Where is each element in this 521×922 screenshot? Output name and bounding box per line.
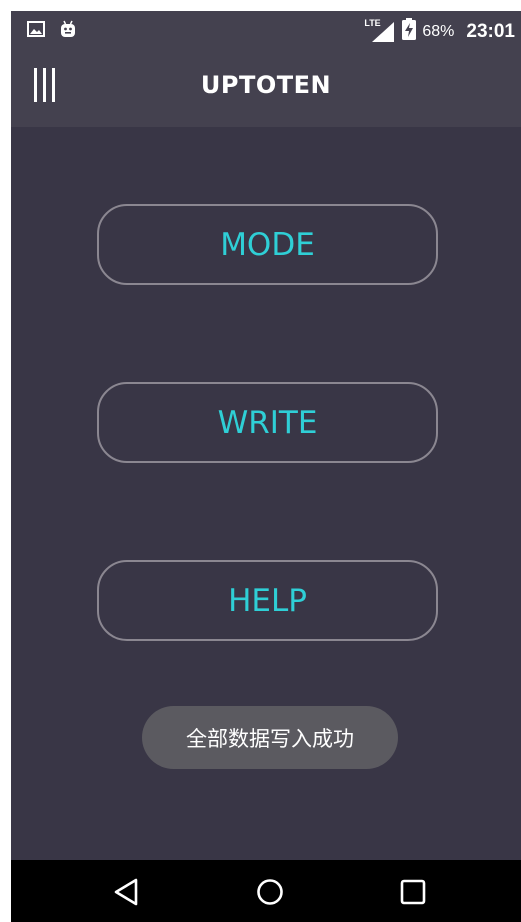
network-type-label: LTE — [364, 17, 381, 28]
mode-button[interactable]: MODE — [97, 204, 438, 285]
android-notification-icon — [59, 20, 77, 43]
recents-icon[interactable] — [398, 877, 428, 907]
app-title: UPTOTEN — [200, 71, 332, 99]
toast-message: 全部数据写入成功 — [142, 706, 398, 769]
status-notifications — [27, 20, 77, 43]
write-button[interactable]: WRITE — [97, 382, 438, 463]
image-notification-icon — [27, 21, 45, 42]
status-bar: LTE 68% 23:01 — [11, 11, 521, 49]
help-button[interactable]: HELP — [97, 560, 438, 641]
battery-charging-icon — [402, 18, 417, 45]
home-icon[interactable] — [255, 877, 285, 907]
main-content: MODE WRITE HELP 全部数据写入成功 — [11, 127, 521, 860]
battery-percent: 68% — [422, 22, 455, 40]
app-bar: UPTOTEN — [11, 49, 521, 127]
status-indicators: LTE 68% 23:01 — [364, 17, 515, 45]
navigation-bar — [11, 860, 521, 922]
lte-signal-icon: LTE — [364, 17, 396, 43]
back-icon[interactable] — [112, 877, 142, 907]
status-clock: 23:01 — [466, 20, 515, 42]
phone-screen: LTE 68% 23:01 UPTOTEN MODE WRITE HELP 全部… — [11, 11, 521, 922]
